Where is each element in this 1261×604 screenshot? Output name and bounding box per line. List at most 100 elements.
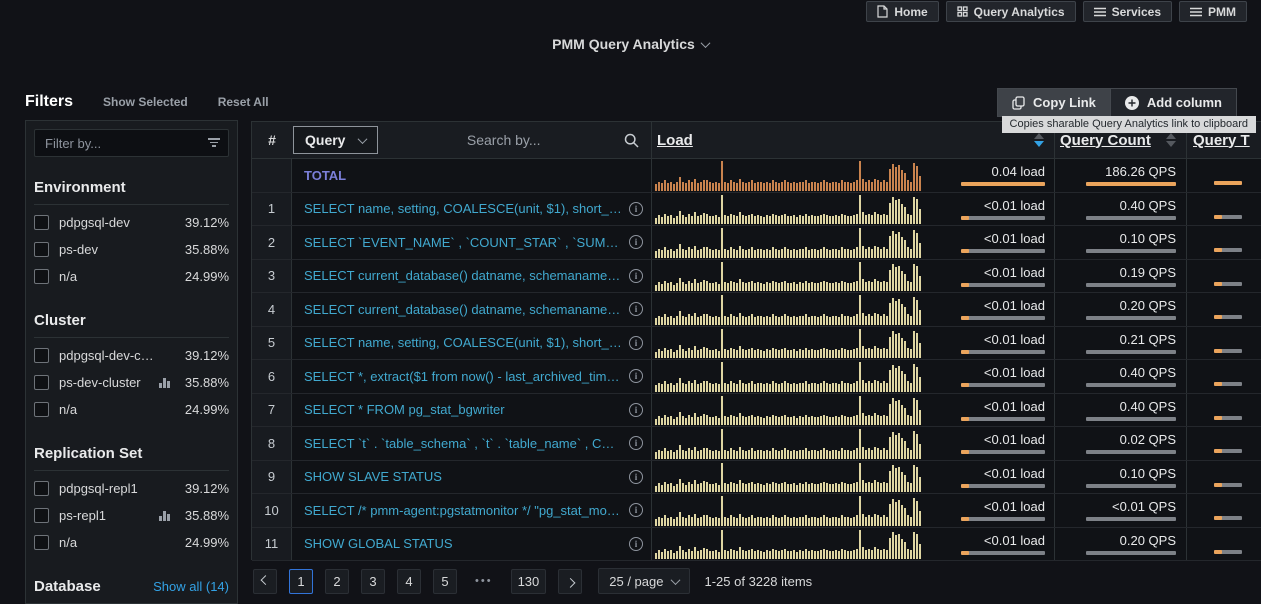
nav-query-analytics-label: Query Analytics	[974, 5, 1065, 19]
load-sparkline	[652, 193, 930, 226]
filter-item-label: pdpgsql-dev-c…	[59, 348, 175, 363]
query-link[interactable]: SELECT `t` . `table_schema` , `t` . `tab…	[304, 436, 623, 451]
query-link[interactable]: SELECT *, extract($1 from now() - last_a…	[304, 369, 623, 384]
search-icon[interactable]	[624, 133, 639, 148]
query-link[interactable]: SELECT /* pmm-agent:pgstatmonitor */ "pg…	[304, 503, 623, 518]
load-sparkline	[652, 293, 930, 326]
column-header-load[interactable]: Load	[657, 132, 693, 149]
filter-item-pdpgsql-repl1[interactable]: pdpgsql-repl1 39.12%	[34, 475, 229, 502]
load-bar	[961, 517, 1045, 521]
column-header-num: #	[252, 122, 292, 158]
query-link[interactable]: SELECT `EVENT_NAME` , `COUNT_STAR` , `SU…	[304, 235, 623, 250]
filter-item-n-a[interactable]: n/a24.99%	[34, 529, 229, 556]
row-number: 3	[252, 260, 292, 293]
checkbox[interactable]	[34, 402, 49, 417]
info-icon[interactable]: i	[629, 537, 643, 551]
info-icon[interactable]: i	[629, 202, 643, 216]
sort-icons-query-count[interactable]	[1166, 133, 1176, 147]
query-link[interactable]: SELECT current_database() datname, schem…	[304, 302, 623, 317]
info-icon[interactable]: i	[629, 503, 643, 517]
info-icon[interactable]: i	[629, 269, 643, 283]
sort-asc-icon	[1034, 133, 1044, 139]
page-button-130[interactable]: 130	[511, 569, 547, 594]
bar-fill	[961, 484, 969, 488]
reset-all-link[interactable]: Reset All	[218, 95, 269, 109]
info-icon[interactable]: i	[629, 235, 643, 249]
nav-pmm-button[interactable]: PMM	[1179, 1, 1247, 22]
filter-item-ps-dev-cluster[interactable]: ps-dev-cluster35.88%	[34, 369, 229, 396]
filter-item-n-a[interactable]: n/a24.99%	[34, 396, 229, 423]
bar-fill	[1214, 215, 1222, 219]
query-count-bar	[1086, 182, 1176, 186]
filter-item-percent: 39.12%	[185, 481, 229, 496]
plus-circle-icon	[1125, 96, 1139, 110]
nav-home-button[interactable]: Home	[866, 1, 938, 22]
checkbox[interactable]	[34, 269, 49, 284]
query-count-value: 0.20 QPS	[1120, 298, 1176, 313]
query-time-bar	[1214, 449, 1242, 453]
add-column-label: Add column	[1147, 95, 1222, 110]
info-icon[interactable]: i	[629, 336, 643, 350]
info-icon[interactable]: i	[629, 470, 643, 484]
page-button-2[interactable]: 2	[325, 569, 349, 594]
load-bar	[961, 383, 1045, 387]
show-all-link[interactable]: Show all (14)	[153, 579, 229, 594]
table-body: TOTAL0.04 load186.26 QPS1SELECT name, se…	[252, 159, 1261, 561]
column-header-query-time[interactable]: Query T	[1193, 132, 1250, 149]
checkbox[interactable]	[34, 375, 49, 390]
info-icon[interactable]: i	[629, 369, 643, 383]
copy-link-button[interactable]: Copy Link	[997, 88, 1110, 117]
filter-item-n-a[interactable]: n/a24.99%	[34, 263, 229, 290]
filter-item-ps-repl1[interactable]: ps-repl135.88%	[34, 502, 229, 529]
checkbox[interactable]	[34, 481, 49, 496]
search-input[interactable]	[386, 132, 651, 148]
bar-chart-icon[interactable]	[159, 511, 170, 521]
info-icon[interactable]: i	[629, 403, 643, 417]
info-icon[interactable]: i	[629, 436, 643, 450]
checkbox[interactable]	[34, 242, 49, 257]
nav-query-analytics-button[interactable]: Query Analytics	[946, 1, 1076, 22]
page-button-1[interactable]: 1	[289, 569, 313, 594]
query-time-bar	[1214, 349, 1242, 353]
query-link[interactable]: SELECT name, setting, COALESCE(unit, $1)…	[304, 335, 623, 350]
show-selected-link[interactable]: Show Selected	[103, 95, 188, 109]
row-number: 11	[252, 528, 292, 561]
checkbox[interactable]	[34, 348, 49, 363]
filter-item-pdpgsql-dev-c-[interactable]: pdpgsql-dev-c…39.12%	[34, 342, 229, 369]
query-count-value: 0.40 QPS	[1120, 198, 1176, 213]
query-link[interactable]: SELECT current_database() datname, schem…	[304, 268, 623, 283]
bar-chart-icon[interactable]	[159, 378, 170, 388]
filter-item-percent: 24.99%	[185, 269, 229, 284]
checkbox[interactable]	[34, 215, 49, 230]
load-bar	[961, 316, 1045, 320]
nav-services-button[interactable]: Services	[1083, 1, 1172, 22]
query-link[interactable]: SHOW GLOBAL STATUS	[304, 536, 623, 551]
page-size-select[interactable]: 25 / page	[598, 568, 690, 594]
page-button-5[interactable]: 5	[433, 569, 457, 594]
filter-by-input[interactable]	[34, 129, 229, 157]
page-button-3[interactable]: 3	[361, 569, 385, 594]
filter-item-pdpgsql-dev[interactable]: pdpgsql-dev39.12%	[34, 209, 229, 236]
info-icon[interactable]: i	[629, 302, 643, 316]
query-column-dropdown[interactable]: Query	[293, 126, 378, 154]
query-link[interactable]: SELECT name, setting, COALESCE(unit, $1)…	[304, 201, 623, 216]
page-button-4[interactable]: 4	[397, 569, 421, 594]
query-time-bar	[1214, 416, 1242, 420]
checkbox[interactable]	[34, 508, 49, 523]
total-row-link[interactable]: TOTAL	[304, 168, 643, 183]
sort-icons-load[interactable]	[1034, 133, 1044, 147]
query-link[interactable]: SHOW SLAVE STATUS	[304, 469, 623, 484]
filter-item-label: ps-dev	[59, 242, 175, 257]
menu-icon	[1190, 7, 1202, 17]
query-link[interactable]: SELECT * FROM pg_stat_bgwriter	[304, 402, 623, 417]
prev-page-button[interactable]	[253, 569, 277, 594]
filter-item-label: pdpgsql-repl1	[59, 481, 175, 496]
checkbox[interactable]	[34, 535, 49, 550]
page-ellipsis[interactable]: •••	[469, 569, 499, 594]
add-column-button[interactable]: Add column	[1110, 88, 1237, 117]
column-header-query-count[interactable]: Query Count	[1060, 132, 1151, 149]
next-page-button[interactable]	[558, 569, 582, 594]
filter-item-ps-dev[interactable]: ps-dev35.88%	[34, 236, 229, 263]
bar-fill	[1086, 182, 1176, 186]
chevron-down-icon[interactable]	[700, 38, 710, 48]
